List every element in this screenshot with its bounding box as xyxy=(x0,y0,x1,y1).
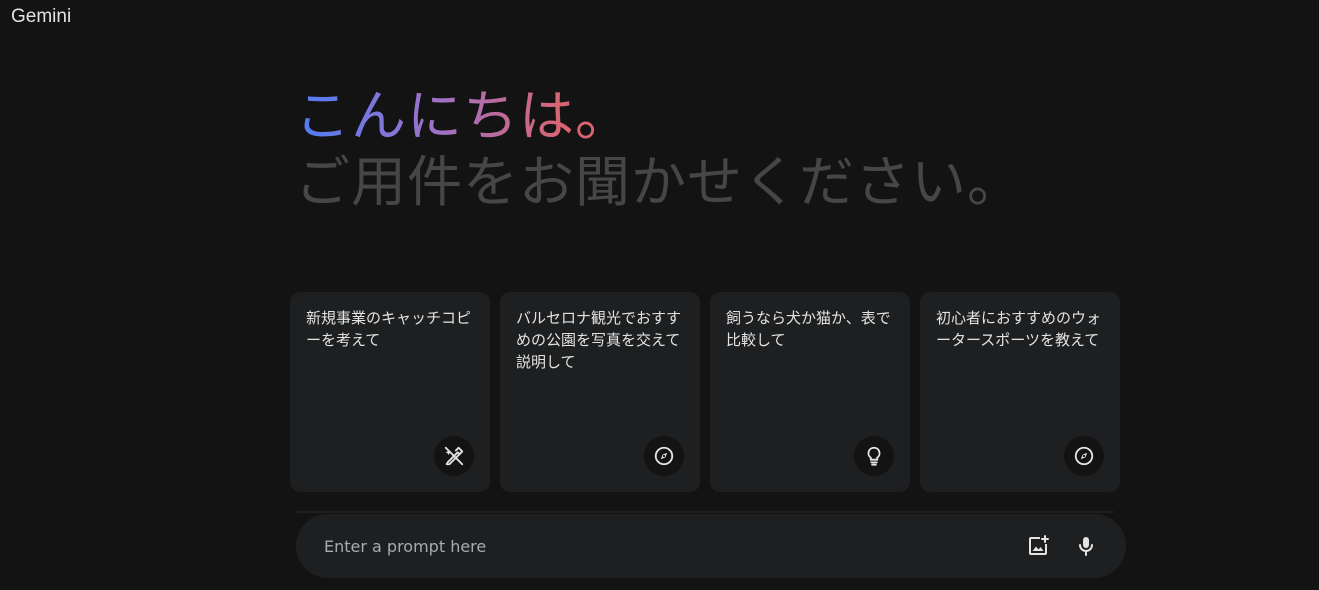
suggestion-cards: 新規事業のキャッチコピーを考えて バルセロナ観光でおすすめの公園を写真を交えて説… xyxy=(290,292,1120,492)
suggestion-card-2[interactable]: バルセロナ観光でおすすめの公園を写真を交えて説明して xyxy=(500,292,700,492)
app-root: Gemini こんにちは。 ご用件をお聞かせください。 新規事業のキャッチコピー… xyxy=(0,0,1319,590)
suggestion-card-text: 新規事業のキャッチコピーを考えて xyxy=(306,309,472,349)
prompt-input[interactable] xyxy=(322,535,1010,557)
add-image-icon xyxy=(1029,535,1049,555)
microphone-button[interactable] xyxy=(1066,526,1106,566)
greeting-heading: こんにちは。 xyxy=(295,84,632,148)
lightbulb-icon xyxy=(854,436,894,476)
compass-icon xyxy=(1064,436,1104,476)
suggestion-card-4[interactable]: 初心者におすすめのウォータースポーツを教えて xyxy=(920,292,1120,492)
app-brand[interactable]: Gemini xyxy=(11,6,71,28)
suggestion-card-text: バルセロナ観光でおすすめの公園を写真を交えて説明して xyxy=(516,309,682,371)
suggestion-card-text: 飼うなら犬か猫か、表で比較して xyxy=(726,309,891,349)
suggestion-card-1[interactable]: 新規事業のキャッチコピーを考えて xyxy=(290,292,490,492)
prompt-divider xyxy=(296,511,1114,513)
prompt-bar xyxy=(296,514,1126,578)
suggestion-card-3[interactable]: 飼うなら犬か猫か、表で比較して xyxy=(710,292,910,492)
pen-sparkle-icon xyxy=(434,436,474,476)
add-image-button[interactable] xyxy=(1018,526,1058,566)
compass-icon xyxy=(644,436,684,476)
microphone-icon xyxy=(1079,537,1093,556)
greeting-subtitle: ご用件をお聞かせください。 xyxy=(295,150,1024,214)
suggestion-card-text: 初心者におすすめのウォータースポーツを教えて xyxy=(936,309,1102,349)
